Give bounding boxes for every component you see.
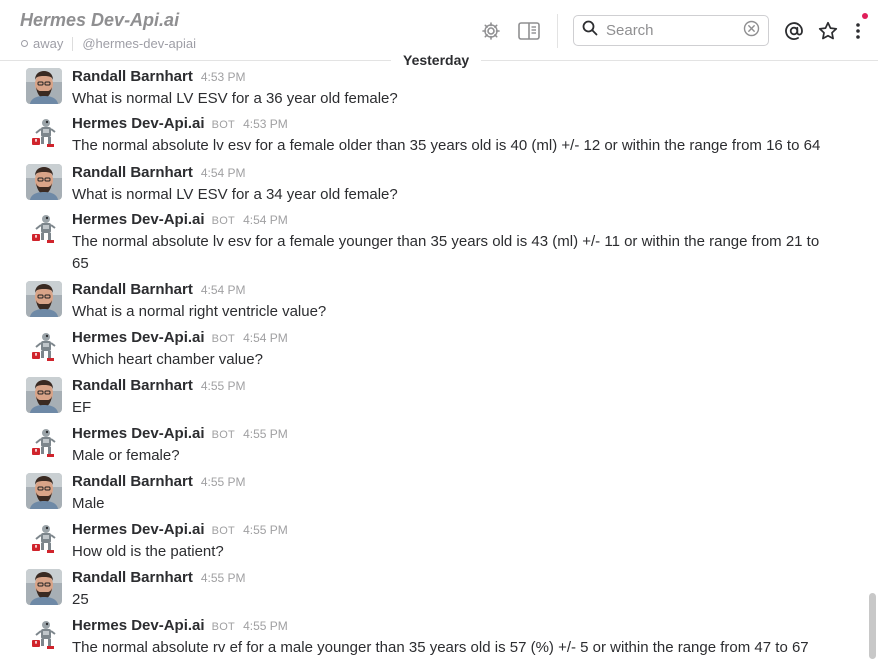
message-meta: Hermes Dev-Api.ai BOT 4:55 PM bbox=[72, 617, 288, 634]
search-input[interactable] bbox=[604, 21, 743, 40]
message-meta: Hermes Dev-Api.ai BOT 4:54 PM bbox=[72, 211, 288, 228]
message-text: How old is the patient? bbox=[72, 543, 224, 560]
message-sender[interactable]: Hermes Dev-Api.ai bbox=[72, 211, 205, 228]
message-sender[interactable]: Randall Barnhart bbox=[72, 377, 193, 394]
message-timestamp[interactable]: 4:53 PM bbox=[201, 70, 246, 84]
message-meta: Randall Barnhart 4:55 PM bbox=[72, 569, 246, 586]
bot-avatar[interactable] bbox=[26, 617, 62, 653]
message-text: Which heart chamber value? bbox=[72, 351, 263, 368]
bot-avatar[interactable] bbox=[26, 425, 62, 461]
message-text: What is normal LV ESV for a 34 year old … bbox=[72, 186, 398, 203]
notification-badge bbox=[862, 13, 868, 19]
message-timestamp[interactable]: 4:55 PM bbox=[201, 475, 246, 489]
bot-avatar[interactable] bbox=[26, 115, 62, 151]
channel-subline: away @hermes-dev-apiai bbox=[21, 36, 196, 51]
subline-divider bbox=[72, 36, 74, 51]
message-sender[interactable]: Hermes Dev-Api.ai bbox=[72, 329, 205, 346]
message-text: What is normal LV ESV for a 36 year old … bbox=[72, 90, 398, 107]
message-sender[interactable]: Hermes Dev-Api.ai bbox=[72, 425, 205, 442]
message-text: Male or female? bbox=[72, 447, 180, 464]
day-divider: Yesterday bbox=[391, 50, 482, 70]
message-timestamp[interactable]: 4:55 PM bbox=[243, 427, 288, 441]
message-meta: Randall Barnhart 4:53 PM bbox=[72, 68, 246, 85]
presence-status: away bbox=[33, 36, 64, 51]
user-avatar[interactable] bbox=[26, 473, 62, 509]
header-divider bbox=[557, 14, 558, 48]
message-timestamp[interactable]: 4:55 PM bbox=[201, 379, 246, 393]
message-sender[interactable]: Hermes Dev-Api.ai bbox=[72, 521, 205, 538]
message-sender[interactable]: Hermes Dev-Api.ai bbox=[72, 617, 205, 634]
user-avatar[interactable] bbox=[26, 377, 62, 413]
message-sender[interactable]: Randall Barnhart bbox=[72, 569, 193, 586]
message-timestamp[interactable]: 4:54 PM bbox=[243, 331, 288, 345]
bot-avatar[interactable] bbox=[26, 521, 62, 557]
user-avatar[interactable] bbox=[26, 281, 62, 317]
bot-badge: BOT bbox=[211, 429, 236, 441]
bot-badge: BOT bbox=[211, 525, 236, 537]
bot-badge: BOT bbox=[211, 119, 236, 131]
message-timestamp[interactable]: 4:55 PM bbox=[201, 571, 246, 585]
message-meta: Randall Barnhart 4:55 PM bbox=[72, 473, 246, 490]
presence-icon bbox=[21, 40, 28, 47]
bot-badge: BOT bbox=[211, 333, 236, 345]
message-sender[interactable]: Hermes Dev-Api.ai bbox=[72, 115, 205, 132]
message-sender[interactable]: Randall Barnhart bbox=[72, 68, 193, 85]
message-timestamp[interactable]: 4:55 PM bbox=[243, 619, 288, 633]
message-meta: Randall Barnhart 4:54 PM bbox=[72, 281, 246, 298]
message-sender[interactable]: Randall Barnhart bbox=[72, 281, 193, 298]
bot-badge: BOT bbox=[211, 621, 236, 633]
message-meta: Randall Barnhart 4:55 PM bbox=[72, 377, 246, 394]
message-text: Male bbox=[72, 495, 105, 512]
message-timestamp[interactable]: 4:55 PM bbox=[243, 523, 288, 537]
bot-avatar[interactable] bbox=[26, 211, 62, 247]
message-text: The normal absolute lv esv for a female … bbox=[72, 137, 821, 154]
search-icon bbox=[582, 20, 598, 41]
message-timestamp[interactable]: 4:54 PM bbox=[201, 283, 246, 297]
message-meta: Hermes Dev-Api.ai BOT 4:55 PM bbox=[72, 425, 288, 442]
message-timestamp[interactable]: 4:54 PM bbox=[201, 166, 246, 180]
message-sender[interactable]: Randall Barnhart bbox=[72, 473, 193, 490]
message-meta: Hermes Dev-Api.ai BOT 4:55 PM bbox=[72, 521, 288, 538]
message-text: EF bbox=[72, 399, 92, 416]
user-avatar[interactable] bbox=[26, 164, 62, 200]
message-timestamp[interactable]: 4:54 PM bbox=[243, 213, 288, 227]
scrollbar-thumb[interactable] bbox=[869, 593, 876, 659]
clear-search-icon[interactable] bbox=[743, 20, 760, 42]
scrollbar-track[interactable] bbox=[866, 62, 878, 661]
message-sender[interactable]: Randall Barnhart bbox=[72, 164, 193, 181]
channel-title[interactable]: Hermes Dev-Api.ai bbox=[20, 10, 179, 31]
gear-icon[interactable] bbox=[480, 20, 502, 42]
message-text: What is a normal right ventricle value? bbox=[72, 303, 327, 320]
message-meta: Hermes Dev-Api.ai BOT 4:54 PM bbox=[72, 329, 288, 346]
star-icon[interactable] bbox=[817, 20, 839, 42]
bot-avatar[interactable] bbox=[26, 329, 62, 365]
message-text: 25 bbox=[72, 591, 89, 608]
sidebar-toggle-icon[interactable] bbox=[518, 20, 540, 42]
message-meta: Hermes Dev-Api.ai BOT 4:53 PM bbox=[72, 115, 288, 132]
message-timestamp[interactable]: 4:53 PM bbox=[243, 117, 288, 131]
message-text: The normal absolute lv esv for a female … bbox=[72, 233, 820, 272]
bot-badge: BOT bbox=[211, 215, 236, 227]
message-text: The normal absolute rv ef for a male you… bbox=[72, 639, 809, 656]
search-box[interactable] bbox=[573, 15, 769, 46]
at-mention-icon[interactable] bbox=[783, 20, 805, 42]
user-avatar[interactable] bbox=[26, 68, 62, 104]
user-avatar[interactable] bbox=[26, 569, 62, 605]
user-handle[interactable]: @hermes-dev-apiai bbox=[82, 36, 196, 51]
message-meta: Randall Barnhart 4:54 PM bbox=[72, 164, 246, 181]
more-vertical-icon[interactable] bbox=[847, 20, 869, 42]
